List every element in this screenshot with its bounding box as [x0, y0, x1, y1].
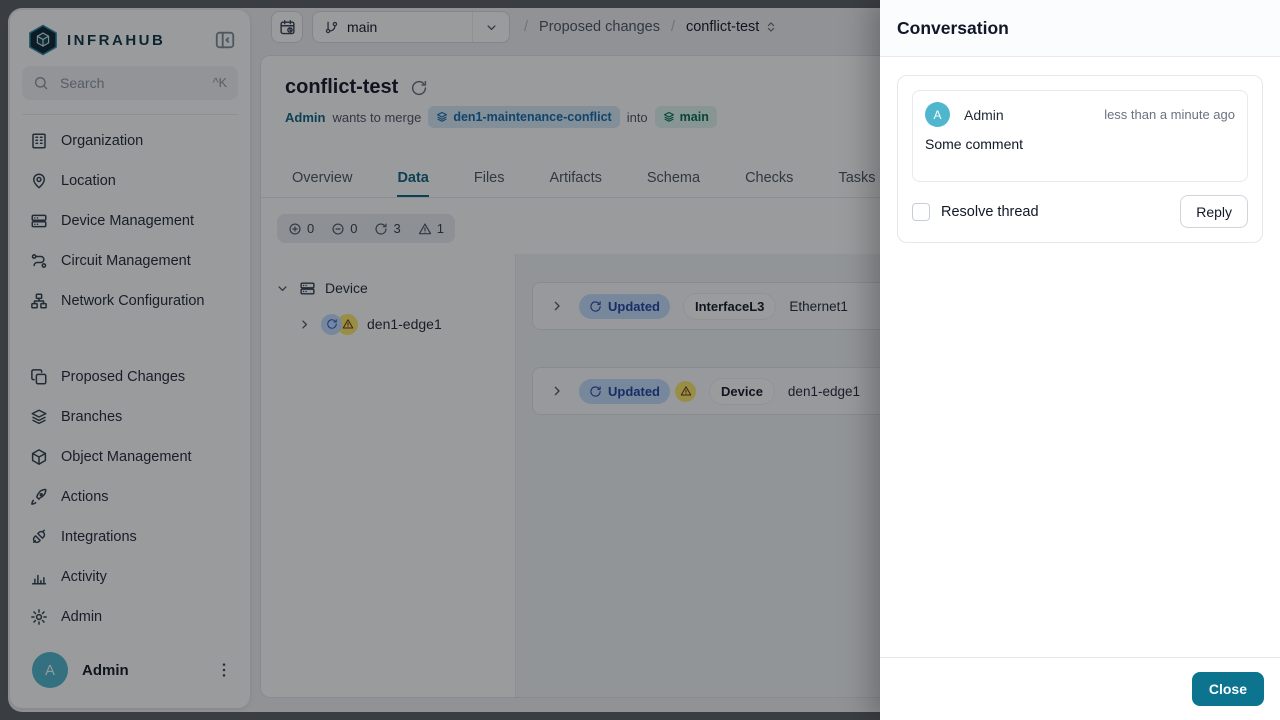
panel-body: A Admin less than a minute ago Some comm…	[880, 57, 1280, 657]
panel-header: Conversation	[880, 0, 1280, 57]
conversation-panel: Conversation A Admin less than a minute …	[880, 0, 1280, 720]
close-button[interactable]: Close	[1191, 672, 1264, 706]
comment-avatar: A	[925, 102, 950, 127]
panel-title: Conversation	[897, 17, 1009, 38]
comment-card: A Admin less than a minute ago Some comm…	[912, 90, 1248, 182]
comment-author: Admin	[964, 106, 1004, 123]
reply-button[interactable]: Reply	[1180, 195, 1248, 228]
thread-card: A Admin less than a minute ago Some comm…	[897, 75, 1263, 243]
comment-body: Some comment	[925, 136, 1024, 152]
comment-header: A Admin less than a minute ago	[925, 102, 1235, 127]
panel-footer: Close	[880, 657, 1280, 720]
resolve-row: Resolve thread Reply	[912, 195, 1248, 228]
resolve-thread-label[interactable]: Resolve thread	[941, 204, 1169, 220]
comment-timestamp: less than a minute ago	[1104, 107, 1235, 122]
resolve-thread-checkbox[interactable]	[912, 202, 930, 221]
app-root: INFRAHUB ^K Organization Location Device…	[0, 0, 1280, 720]
